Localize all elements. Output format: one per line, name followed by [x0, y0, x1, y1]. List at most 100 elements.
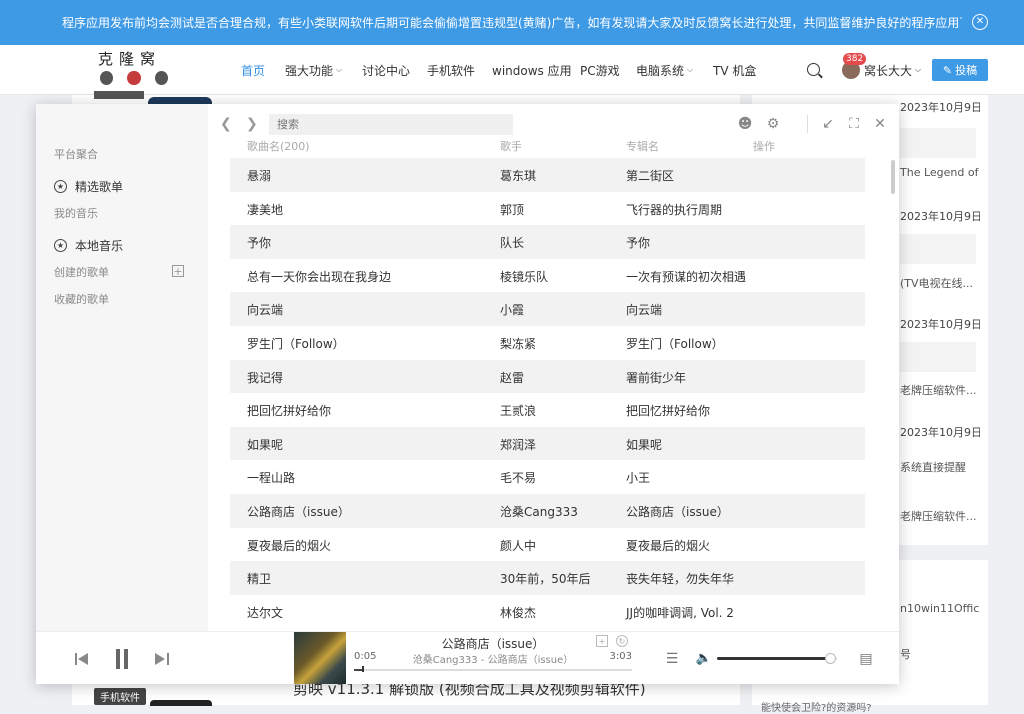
now-playing-title: 公路商店（issue）: [441, 637, 545, 651]
col-artist: 歌手: [500, 140, 522, 152]
table-row[interactable]: 悬溺 葛东琪 第二街区: [230, 158, 865, 192]
sidebar-item-local[interactable]: ★ 本地音乐: [54, 237, 123, 254]
maximize-icon[interactable]: ⛶: [846, 116, 862, 132]
nav-system[interactable]: 电脑系统 ⌵: [636, 45, 693, 95]
col-title: 歌曲名(200): [247, 140, 310, 152]
recent-title[interactable]: 能快使会卫险?的资源吗?: [761, 699, 872, 714]
divider: [807, 115, 808, 133]
volume-slider[interactable]: [717, 653, 837, 664]
post-button[interactable]: ✎ 投稿: [932, 59, 988, 81]
song-list: 悬溺 葛东琪 第二街区 凄美地 郭顶 飞行器的执行周期 予你 队长 予你 总有一天你会出现在…: [230, 158, 865, 628]
recent-title[interactable]: (TV电视在线...: [900, 275, 980, 291]
song-title: 达尔文: [247, 605, 284, 620]
playback-bar: 公路商店（issue） 沧桑Cang333 - 公路商店（issue） 0:05…: [36, 631, 899, 684]
recent-title[interactable]: n10win11Office: [900, 602, 980, 615]
sidebar-item-featured[interactable]: ★ 精选歌单: [54, 178, 123, 195]
now-playing-artist: 沧桑Cang333 - 公路商店（issue）: [412, 655, 574, 666]
album-cover[interactable]: [294, 632, 346, 684]
search-icon[interactable]: [807, 63, 820, 76]
song-album: 向云端: [626, 303, 663, 318]
skip-forward-icon: [155, 652, 169, 666]
table-row[interactable]: 向云端 小霞 向云端: [230, 292, 865, 326]
table-row[interactable]: 我记得 赵雷 署前街少年: [230, 359, 865, 394]
song-album: 公路商店（issue）: [626, 504, 729, 519]
add-to-playlist-icon[interactable]: +: [596, 635, 608, 647]
recent-title[interactable]: 老牌压缩软件...: [900, 508, 980, 524]
forward-icon[interactable]: ❯: [246, 116, 258, 132]
loop-icon[interactable]: ↻: [616, 635, 628, 647]
next-button[interactable]: [152, 632, 172, 685]
table-row[interactable]: 达尔文 林俊杰 JJ的咖啡调调, Vol. 2: [230, 595, 865, 629]
duration-time: 3:03: [609, 651, 632, 662]
table-row[interactable]: 精卫 30年前，50年后 丧失年轻，勿失年华: [230, 561, 865, 595]
site-logo[interactable]: 克隆窝: [98, 51, 168, 91]
song-artist: 棱镜乐队: [500, 269, 549, 284]
song-title: 凄美地: [247, 202, 284, 217]
playlist-icon[interactable]: ☰: [662, 632, 682, 685]
table-row[interactable]: 公路商店（issue） 沧桑Cang333 公路商店（issue）: [230, 493, 865, 528]
song-title: 向云端: [247, 303, 284, 318]
user-menu[interactable]: 窝长大大 ⌵: [864, 45, 921, 95]
song-artist: 王贰浪: [500, 404, 537, 419]
background-block: [900, 234, 976, 264]
song-artist: 梨冻紧: [500, 336, 537, 351]
notification-badge[interactable]: 382: [843, 53, 867, 65]
progress-knob[interactable]: [361, 666, 364, 672]
table-row[interactable]: 凄美地 郭顶 飞行器的执行周期: [230, 192, 865, 226]
close-notice-icon[interactable]: ✕: [972, 14, 988, 30]
song-artist: 沧桑Cang333: [500, 504, 578, 519]
progress-slider[interactable]: [354, 666, 632, 672]
volume-knob[interactable]: [824, 653, 836, 664]
table-row[interactable]: 罗生门（Follow） 梨冻紧 罗生门（Follow）: [230, 326, 865, 360]
background-thumb: [94, 91, 144, 99]
song-artist: 林俊杰: [500, 605, 537, 620]
col-album: 专辑名: [626, 140, 659, 152]
volume-icon[interactable]: 🔈: [694, 632, 714, 685]
user-icon[interactable]: ☻: [737, 116, 753, 132]
song-artist: 队长: [500, 236, 525, 251]
table-row[interactable]: 夏夜最后的烟火 颜人中 夏夜最后的烟火: [230, 528, 865, 562]
music-player-window: 平台聚合 ★ 精选歌单 我的音乐 ★ 本地音乐 创建的歌单 + 收藏的歌单 ❮ ❯ …: [36, 104, 899, 684]
gear-icon[interactable]: ⚙: [765, 116, 781, 132]
recent-title[interactable]: 系统直接提醒: [900, 459, 980, 475]
nav-mobile[interactable]: 手机软件: [427, 45, 475, 95]
pause-button[interactable]: [112, 632, 132, 685]
nav-pcgames[interactable]: PC游戏: [580, 45, 620, 95]
background-button: [150, 700, 212, 706]
nav-tv[interactable]: TV 机盒: [713, 45, 756, 95]
back-icon[interactable]: ❮: [220, 116, 232, 132]
nav-features[interactable]: 强大功能 ⌵: [285, 45, 342, 95]
table-row[interactable]: 如果呢 郑润泽 如果呢: [230, 426, 865, 461]
search-input[interactable]: [269, 114, 513, 135]
previous-button[interactable]: [72, 632, 92, 685]
recent-date: 2023年10月9日: [900, 426, 980, 439]
now-playing: 公路商店（issue） 沧桑Cang333 - 公路商店（issue） 0:05…: [354, 632, 632, 685]
song-album: 第二街区: [626, 169, 675, 183]
minimize-icon[interactable]: ↙: [820, 116, 836, 132]
nav-forum[interactable]: 讨论中心: [362, 45, 410, 95]
star-icon: ★: [54, 180, 67, 193]
scrollbar[interactable]: [891, 160, 895, 194]
song-title: 公路商店（issue）: [247, 504, 350, 519]
notice-bar: 程序应用发布前均会测试是否合理合规，有些小类联网软件后期可能会偷偷增置违规型(黄…: [0, 0, 1024, 45]
table-row[interactable]: 总有一天你会出现在我身边 棱镜乐队 一次有预谋的初次相遇: [230, 259, 865, 293]
notice-text: 程序应用发布前均会测试是否合理合规，有些小类联网软件后期可能会偷偷增置违规型(黄…: [62, 16, 962, 30]
song-artist: 毛不易: [500, 471, 537, 486]
song-album: 予你: [626, 236, 651, 251]
song-album: 一次有预谋的初次相遇: [626, 269, 747, 284]
table-row[interactable]: 予你 队长 予你: [230, 225, 865, 259]
recent-title[interactable]: The Legend of ...: [900, 166, 980, 179]
category-tag[interactable]: 手机软件: [94, 688, 146, 705]
close-icon[interactable]: ✕: [872, 116, 888, 132]
recent-title[interactable]: 老牌压缩软件...: [900, 382, 980, 398]
song-artist: 葛东琪: [500, 169, 537, 183]
table-row[interactable]: 一程山路 毛不易 小王: [230, 460, 865, 494]
nav-windows[interactable]: windows 应用: [492, 45, 572, 95]
logo-mark: [98, 71, 168, 85]
nav-home[interactable]: 首页: [241, 45, 265, 95]
recent-title[interactable]: 号: [900, 646, 980, 662]
add-playlist-icon[interactable]: +: [172, 265, 184, 277]
table-row[interactable]: 把回忆拼好给你 王贰浪 把回忆拼好给你: [230, 393, 865, 427]
lyrics-icon[interactable]: ▤: [856, 632, 876, 685]
song-title: 我记得: [247, 370, 284, 385]
